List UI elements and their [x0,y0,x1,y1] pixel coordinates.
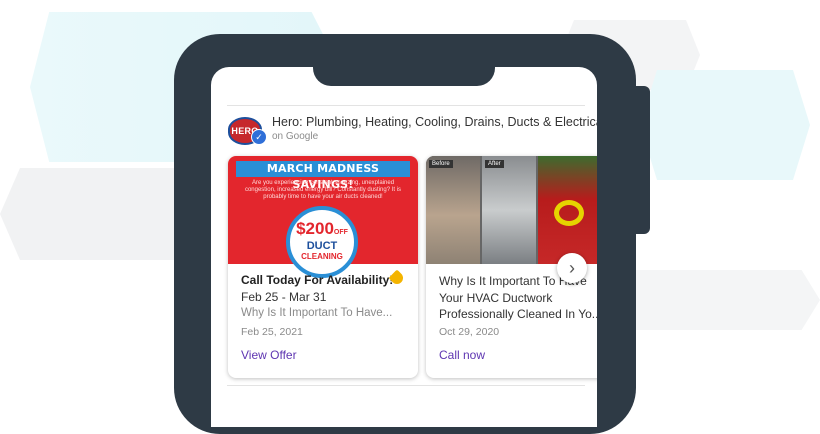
post-card-offer[interactable]: MARCH MADNESS SAVINGS! Are you experienc… [228,156,418,378]
view-offer-link[interactable]: View Offer [241,348,297,362]
post-image-photos[interactable]: Before After [426,156,597,264]
promo-banner: MARCH MADNESS SAVINGS! [236,161,410,191]
divider [227,385,585,386]
divider [227,105,585,106]
post-date: Oct 29, 2020 [439,326,500,338]
post-subtitle: Why Is It Important To Have... [241,307,393,319]
offer-dates: Feb 25 - Mar 31 [241,290,327,304]
promo-body: Are you experiencing constant sneezing, … [244,180,402,200]
promo-price: $200OFF [296,219,348,238]
call-now-link[interactable]: Call now [439,348,485,362]
post-title: Call Today For Availability! [241,273,394,287]
promo-label-2: CLEANING [301,252,343,261]
before-label: Before [429,160,453,168]
post-date: Feb 25, 2021 [241,326,303,338]
hose-coil [554,200,584,226]
promo-label: DUCT [306,240,338,252]
business-name[interactable]: Hero: Plumbing, Heating, Cooling, Drains… [272,115,597,129]
background-shape [640,70,810,180]
phone-notch [313,40,495,86]
after-photo: After [482,156,536,264]
before-photo: Before [426,156,480,264]
phone-screen: HERO ✓ Hero: Plumbing, Heating, Cooling,… [211,67,597,427]
business-source: on Google [272,131,319,142]
promo-badge: $200OFF DUCT CLEANING [286,206,358,278]
post-image-promo[interactable]: MARCH MADNESS SAVINGS! Are you experienc… [228,156,418,278]
chevron-right-icon[interactable]: › [557,253,587,283]
after-label: After [485,160,504,168]
verified-check-icon: ✓ [251,129,267,145]
